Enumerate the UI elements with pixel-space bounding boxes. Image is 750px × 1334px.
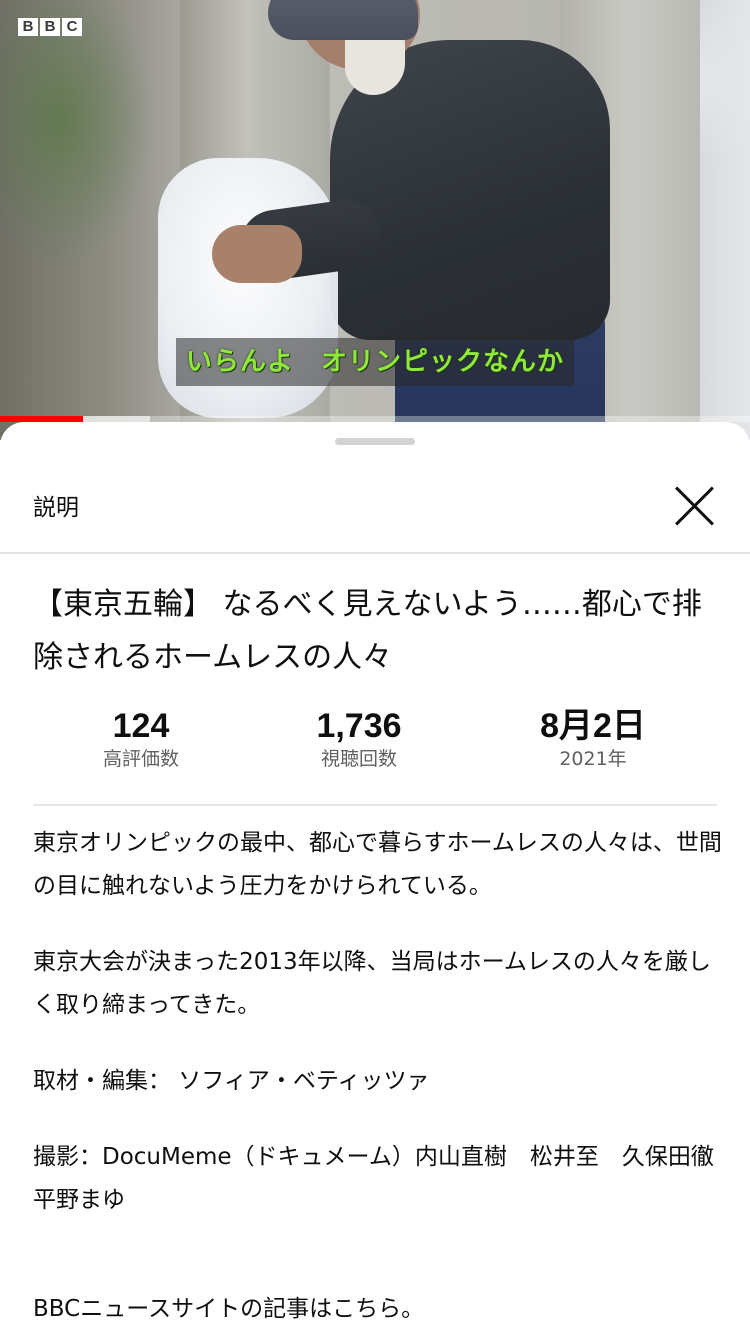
sheet-header: 説明 bbox=[0, 458, 750, 554]
close-icon[interactable] bbox=[666, 478, 722, 534]
description-body: 東京オリンピックの最中、都心で暮らすホームレスの人々は、世間の目に触れないよう圧… bbox=[33, 822, 737, 1331]
drag-handle[interactable] bbox=[335, 438, 415, 445]
video-stats: 124 高評価数 1,736 視聴回数 8月2日 2021年 bbox=[33, 702, 717, 806]
video-person-cap bbox=[268, 0, 418, 40]
bbc-logo-letter: B bbox=[18, 18, 38, 36]
description-credit-camera: 撮影：DocuMeme（ドキュメーム）内山直樹 松井至 久保田徹 平野まゆ bbox=[33, 1144, 737, 1213]
video-player[interactable]: B B C いらんよ オリンピックなんか bbox=[0, 0, 750, 440]
stat-label: 視聴回数 bbox=[320, 748, 397, 770]
stat-value: 1,736 bbox=[316, 707, 402, 745]
stat-views: 1,736 視聴回数 bbox=[259, 706, 459, 772]
bbc-logo: B B C bbox=[18, 18, 82, 36]
video-person-hand bbox=[212, 225, 302, 283]
video-title: 【東京五輪】 なるべく見えないよう……都心で排除されるホームレスの人々 bbox=[33, 587, 702, 675]
description-sheet: 説明 【東京五輪】 なるべく見えないよう……都心で排除されるホームレスの人々 1… bbox=[0, 422, 750, 1334]
stat-value: 124 bbox=[112, 707, 170, 745]
stat-date: 8月2日 2021年 bbox=[493, 706, 693, 772]
bbc-logo-letter: B bbox=[40, 18, 60, 36]
app-screen: B B C いらんよ オリンピックなんか 説明 【東京五輪】 なるべく見えないよ… bbox=[0, 0, 750, 1334]
bbc-logo-letter: C bbox=[62, 18, 82, 36]
stat-value: 8月2日 bbox=[540, 707, 646, 745]
stat-label: 2021年 bbox=[559, 748, 627, 770]
video-subtitle: いらんよ オリンピックなんか bbox=[176, 338, 575, 386]
description-paragraph: 東京大会が決まった2013年以降、当局はホームレスの人々を厳しく取り締まってきた… bbox=[33, 949, 711, 1018]
description-credit-editor: 取材・編集： ソフィア・ベティッツァ bbox=[33, 1068, 430, 1094]
description-article-link[interactable]: BBCニュースサイトの記事はこちら。 bbox=[33, 1288, 723, 1331]
description-paragraph: 東京オリンピックの最中、都心で暮らすホームレスの人々は、世間の目に触れないよう圧… bbox=[33, 830, 722, 899]
stat-likes: 124 高評価数 bbox=[41, 706, 241, 772]
sheet-title: 説明 bbox=[33, 495, 79, 521]
stat-label: 高評価数 bbox=[102, 748, 179, 770]
